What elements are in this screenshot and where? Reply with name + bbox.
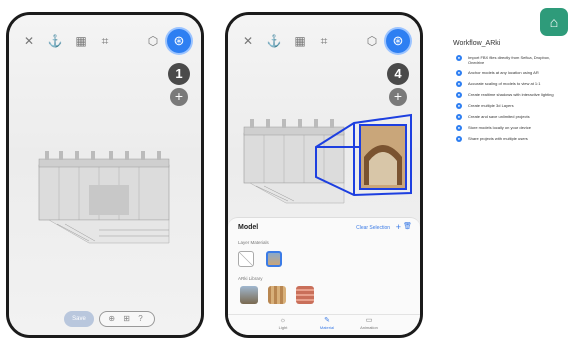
anchor-icon[interactable]: ⚓ — [266, 33, 282, 49]
clear-selection-button[interactable]: Clear Selection — [356, 225, 390, 231]
library-swatch-3[interactable] — [296, 286, 314, 304]
step-number-badge: 1 — [168, 63, 190, 85]
panel-title: Model — [238, 224, 259, 231]
add-layer-button[interactable]: + — [396, 222, 401, 232]
building-model-with-selection[interactable] — [236, 95, 421, 215]
feature-list: ● Import FBX files directly from Sefica, … — [456, 55, 566, 147]
bullet-icon: ● — [456, 125, 462, 131]
bullet-icon: ● — [456, 81, 462, 87]
ar-mode-button[interactable]: ⊛ — [386, 29, 410, 53]
tab-label: Light — [278, 325, 288, 330]
feature-text: Import FBX files directly from Sefica, D… — [468, 55, 551, 65]
bullet-icon: ● — [456, 136, 462, 142]
list-item: ● Share projects with multiple users — [456, 136, 566, 142]
list-item: ● Accurate scaling of models to view at 1… — [456, 81, 566, 87]
camera-icon: ▭ — [365, 317, 373, 324]
top-toolbar: ✕ ⚓ ▦ ⌗ ⬡ ⊛ — [228, 29, 420, 55]
model-panel: Model Clear Selection + 🗑 Layer Material… — [228, 217, 420, 335]
library-swatch-2[interactable] — [268, 286, 286, 304]
feature-text: Store models locally on your device — [468, 125, 531, 130]
frame-icon[interactable]: ⌗ — [316, 33, 332, 49]
step-number-badge: 4 — [387, 63, 409, 85]
building-icon[interactable]: ▦ — [73, 33, 89, 49]
app-logo-icon: ⌂ — [540, 8, 568, 36]
frame-icon[interactable]: ⌗ — [97, 33, 113, 49]
bullet-icon: ● — [456, 70, 462, 76]
tab-material[interactable]: ✎ Material — [312, 316, 342, 330]
tab-label: Material — [319, 325, 335, 330]
bottom-toolbar: Save ⊕ ⊞ ? — [9, 305, 201, 327]
feature-text: Create and save unlimited projects — [468, 114, 530, 119]
top-toolbar: ✕ ⚓ ▦ ⌗ ⬡ ⊛ — [9, 29, 201, 55]
list-item: ● Create realtime shadows with interactiv… — [456, 92, 566, 98]
ar-scene[interactable] — [9, 15, 201, 335]
add-button[interactable]: + — [170, 88, 188, 106]
list-item: ● Create multiple 3d Layers — [456, 103, 566, 109]
list-item: ● Anchor models at any location using AR — [456, 70, 566, 76]
workflow-title: Workflow_ARki — [453, 40, 501, 47]
cube-icon[interactable]: ⬡ — [145, 33, 161, 49]
tab-label: Animation — [360, 325, 378, 330]
trash-icon[interactable]: 🗑 — [403, 222, 412, 230]
panel-tabbar: ☼ Light ✎ Material ▭ Animation — [228, 314, 420, 333]
light-icon: ☼ — [279, 317, 287, 324]
bullet-icon: ● — [456, 92, 462, 98]
feature-text: Anchor models at any location using AR — [468, 70, 539, 75]
close-icon[interactable]: ✕ — [240, 33, 256, 49]
list-item: ● Store models locally on your device — [456, 125, 566, 131]
building-icon[interactable]: ▦ — [292, 33, 308, 49]
layer-materials-label: Layer Materials — [238, 240, 269, 245]
bullet-icon: ● — [456, 55, 462, 61]
bullet-icon: ● — [456, 114, 462, 120]
cube-icon[interactable]: ⬡ — [364, 33, 380, 49]
library-label: ARki Library — [238, 276, 263, 281]
close-icon[interactable]: ✕ — [21, 33, 37, 49]
phone-screen-step-4: ✕ ⚓ ▦ ⌗ ⬡ ⊛ 4 + Model Clear Selection + … — [225, 12, 423, 338]
feature-text: Share projects with multiple users — [468, 136, 528, 141]
feature-text: Accurate scaling of models to view at 1:… — [468, 81, 541, 86]
ar-mode-button[interactable]: ⊛ — [167, 29, 191, 53]
list-item: ● Import FBX files directly from Sefica, … — [456, 55, 566, 65]
building-model[interactable] — [29, 145, 189, 255]
tool-group-icons[interactable]: ⊕ ⊞ ? — [99, 311, 155, 327]
add-button[interactable]: + — [389, 88, 407, 106]
save-button[interactable]: Save — [64, 311, 94, 327]
empty-material-swatch[interactable] — [238, 251, 254, 267]
library-swatch-1[interactable] — [240, 286, 258, 304]
phone-screen-step-1: ✕ ⚓ ▦ ⌗ ⬡ ⊛ 1 + Save ⊕ ⊞ ? — [6, 12, 204, 338]
tab-animation[interactable]: ▭ Animation — [354, 316, 384, 330]
list-item: ● Create and save unlimited projects — [456, 114, 566, 120]
feature-text: Create multiple 3d Layers — [468, 103, 514, 108]
anchor-icon[interactable]: ⚓ — [47, 33, 63, 49]
bullet-icon: ● — [456, 103, 462, 109]
building-material-swatch[interactable] — [266, 251, 282, 267]
feature-text: Create realtime shadows with interactive… — [468, 92, 554, 97]
tab-light[interactable]: ☼ Light — [268, 316, 298, 330]
brush-icon: ✎ — [324, 317, 330, 324]
